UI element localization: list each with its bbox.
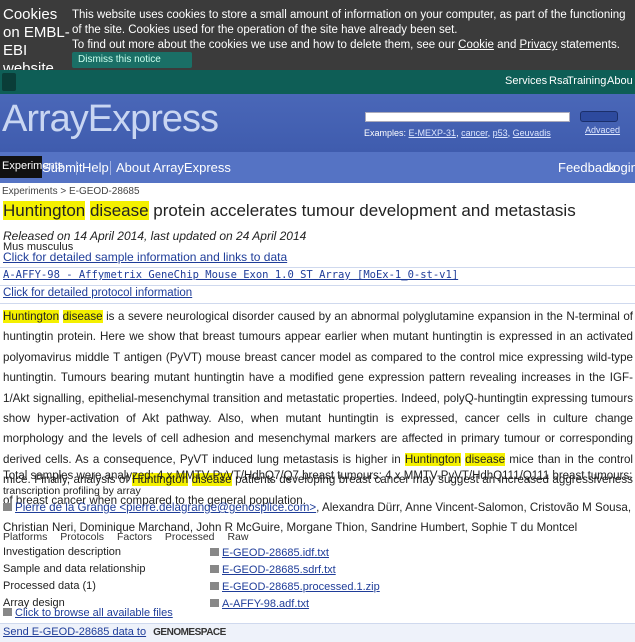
file-row: Sample and data relationship E-GEOD-2868… <box>3 563 633 580</box>
tab-about-arrayexpress[interactable]: About ArrayExpress <box>116 160 231 175</box>
privacy-policy-link[interactable]: Privacy <box>520 39 558 51</box>
description-highlight: Huntington <box>3 310 60 323</box>
file-row: Investigation description E-GEOD-28685.i… <box>3 546 633 563</box>
email-icon <box>3 503 12 511</box>
file-link-wrap: E-GEOD-28685.processed.1.zip <box>210 581 380 593</box>
nav-divider <box>76 161 77 175</box>
row-divider <box>0 303 635 304</box>
search-button[interactable] <box>580 111 618 122</box>
example-link[interactable]: p53 <box>493 128 508 138</box>
tab-processed[interactable]: Processed <box>165 531 215 543</box>
file-link-wrap: A-AFFY-98.adf.txt <box>210 598 309 610</box>
nav-research[interactable]: Rsa <box>549 75 569 87</box>
file-icon <box>210 599 219 607</box>
cookie-statements-text: statements. <box>560 39 620 51</box>
nav-about-us[interactable]: Abou <box>607 75 633 87</box>
page-title: Huntington disease protein accelerates t… <box>3 201 576 221</box>
tab-help[interactable]: Help <box>82 160 109 175</box>
file-link[interactable]: E-GEOD-28685.sdrf.txt <box>222 564 336 576</box>
total-samples: Total samples were analyzed: 4 x MMTV-Py… <box>3 470 633 482</box>
title-text: protein accelerates tumour development a… <box>148 201 576 220</box>
example-link[interactable]: E-MEXP-31 <box>409 128 457 138</box>
array-design-link[interactable]: A-AFFY-98 - Affymetrix GeneChip Mouse Ex… <box>3 269 458 281</box>
file-link[interactable]: E-GEOD-28685.processed.1.zip <box>222 581 380 593</box>
description-highlight: disease <box>465 452 506 466</box>
file-link[interactable]: A-AFFY-98.adf.txt <box>222 598 309 610</box>
file-icon <box>210 565 219 573</box>
cookie-and-text: and <box>497 39 517 51</box>
breadcrumb[interactable]: Experiments > E-GEOD-28685 <box>2 186 140 197</box>
login-link[interactable]: Login <box>606 160 635 175</box>
advanced-search-link[interactable]: Advaced <box>585 125 620 135</box>
example-link[interactable]: Geuvadis <box>513 128 551 138</box>
folder-icon <box>3 608 12 616</box>
example-link[interactable]: cancer <box>461 128 488 138</box>
send-to-genomespace-link[interactable]: Send E-GEOD-28685 data to <box>3 626 146 638</box>
cookie-banner-text: This website uses cookies to store a sma… <box>72 8 632 53</box>
search-input[interactable] <box>365 112 570 122</box>
browse-files: Click to browse all available files <box>3 607 173 619</box>
samples-link[interactable]: Click for detailed sample information an… <box>3 250 287 264</box>
title-highlight: Huntington <box>3 201 86 220</box>
tab-protocols[interactable]: Protocols <box>60 531 104 543</box>
file-link-wrap: E-GEOD-28685.sdrf.txt <box>210 564 336 576</box>
nav-divider <box>110 161 111 175</box>
experiment-type: transcription profiling by array <box>3 485 141 497</box>
description-highlight: disease <box>62 310 103 323</box>
row-divider <box>0 285 635 286</box>
genomespace-bar: Send E-GEOD-28685 data to GENOMESPACE <box>0 623 635 642</box>
file-label: Processed data (1) <box>3 580 96 592</box>
contact-email-link[interactable]: Pierre de la Grange <pierre.delagrange@g… <box>15 501 316 514</box>
arrayexpress-logo[interactable]: ArrayExpress <box>2 98 219 141</box>
ebi-logo-icon[interactable] <box>2 73 16 91</box>
tab-raw[interactable]: Raw <box>227 531 248 543</box>
cookie-line-2-text: To find out more about the cookies we us… <box>72 39 455 51</box>
ebi-top-nav: Services Rsa Training Abou <box>0 70 635 94</box>
tab-platforms[interactable]: Platforms <box>3 531 47 543</box>
row-divider <box>0 267 635 268</box>
tab-factors[interactable]: Factors <box>117 531 152 543</box>
protocols-link[interactable]: Click for detailed protocol information <box>3 287 192 299</box>
file-row: Processed data (1) E-GEOD-28685.processe… <box>3 580 633 597</box>
title-highlight: disease <box>89 201 149 220</box>
masthead: ArrayExpress <box>0 94 635 152</box>
nav-services[interactable]: Services <box>505 75 547 87</box>
dismiss-cookie-button[interactable]: Dismiss this notice <box>72 52 192 68</box>
cookie-line-2: To find out more about the cookies we us… <box>72 38 632 53</box>
local-nav: Experiments Submit Help About ArrayExpre… <box>0 152 635 183</box>
file-link-wrap: E-GEOD-28685.idf.txt <box>210 547 329 559</box>
genomespace-logo[interactable]: GENOMESPACE <box>153 627 226 638</box>
cookie-line-1: This website uses cookies to store a sma… <box>72 9 626 36</box>
examples-label: Examples: <box>364 128 407 138</box>
description-highlight: Huntington <box>404 452 461 466</box>
cookie-banner-title: Cookies on EMBL-EBI website <box>3 6 70 77</box>
search-examples: Examples: E-MEXP-31, cancer, p53, Geuvad… <box>364 128 551 138</box>
browse-files-link[interactable]: Click to browse all available files <box>15 607 173 619</box>
files-table: Investigation description E-GEOD-28685.i… <box>3 546 633 611</box>
cookie-policy-link[interactable]: Cookie <box>458 39 494 51</box>
file-label: Investigation description <box>3 546 122 558</box>
file-link[interactable]: E-GEOD-28685.idf.txt <box>222 547 329 559</box>
file-icon <box>210 548 219 556</box>
description-text: is a severe neurological disorder caused… <box>3 310 633 466</box>
file-tabs: Platforms Protocols Factors Processed Ra… <box>3 531 258 543</box>
nav-training[interactable]: Training <box>567 75 606 87</box>
tab-experiments[interactable]: Experiments <box>0 156 63 178</box>
file-icon <box>210 582 219 590</box>
file-label: Sample and data relationship <box>3 563 146 575</box>
cookie-banner: Cookies on EMBL-EBI website This website… <box>0 0 635 77</box>
